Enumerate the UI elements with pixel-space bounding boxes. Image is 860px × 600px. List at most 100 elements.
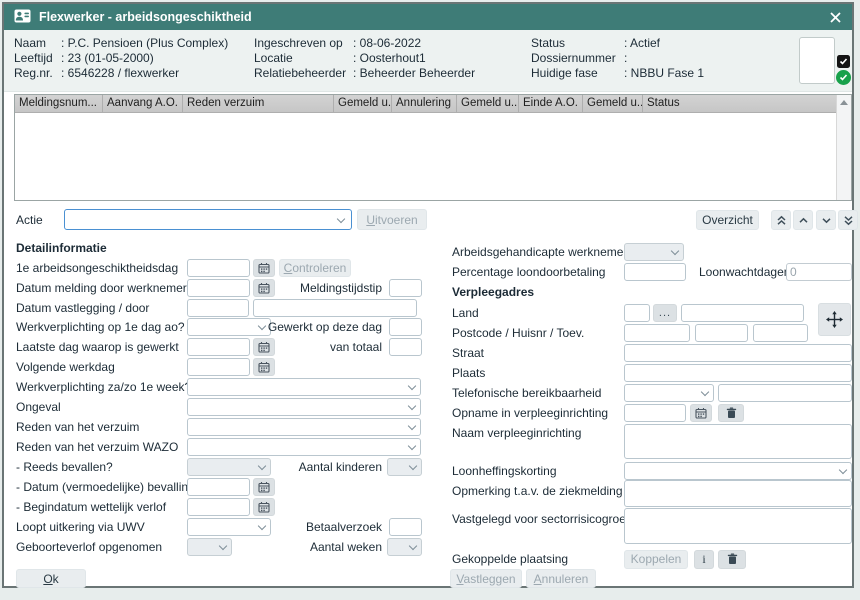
- grid-header-cell[interactable]: Gemeld u...: [583, 95, 643, 112]
- aantal-kinderen-select[interactable]: [387, 458, 422, 476]
- info-label: Reg.nr.: [14, 66, 61, 81]
- koppelen-label: Koppelen: [631, 552, 682, 566]
- chevron-double-up-icon: [776, 215, 787, 226]
- calendar-icon[interactable]: [253, 259, 275, 277]
- info-value: : Beheerder Beheerder: [353, 66, 475, 81]
- close-icon[interactable]: [828, 10, 842, 24]
- photo-placeholder: [799, 37, 835, 84]
- land-naam-input[interactable]: [681, 304, 804, 322]
- uitvoeren-button[interactable]: Uitvoeren: [357, 209, 427, 230]
- checkbox-checked-icon[interactable]: [837, 55, 850, 68]
- telefoon-type-select[interactable]: [624, 384, 714, 402]
- telefoonnummer-input[interactable]: [718, 384, 852, 402]
- grid-header-cell[interactable]: Gemeld u...: [457, 95, 519, 112]
- grid-header-cell[interactable]: Reden verzuim: [183, 95, 334, 112]
- controleren-button[interactable]: Controleren: [279, 259, 351, 277]
- gewerkt-op-deze-dag-input[interactable]: [389, 318, 422, 336]
- huisnr-input[interactable]: [695, 324, 748, 342]
- first-ao-day-label: 1e arbeidsongeschiktheidsdag: [16, 261, 187, 275]
- meldingstijdstip-input[interactable]: [389, 279, 422, 297]
- toevoeging-input[interactable]: [753, 324, 808, 342]
- reden-verzuim-wazo-select[interactable]: [187, 438, 421, 456]
- last-record-button[interactable]: [838, 210, 858, 230]
- calendar-icon[interactable]: [253, 498, 275, 516]
- info-value: : 08-06-2022: [353, 36, 421, 51]
- grid-header-cell[interactable]: Annulering: [392, 95, 457, 112]
- info-label: Locatie: [254, 51, 353, 66]
- gekoppelde-plaatsing-label: Gekoppelde plaatsing: [452, 552, 624, 566]
- chevron-down-icon: [821, 215, 832, 226]
- trash-icon[interactable]: [718, 404, 744, 422]
- arbeidsgehandicapte-select[interactable]: [624, 243, 684, 261]
- info-button[interactable]: i: [694, 550, 714, 569]
- info-label: Relatiebeheerder: [254, 66, 353, 81]
- annuleren-button[interactable]: Annuleren: [526, 569, 596, 588]
- calendar-icon[interactable]: [690, 404, 712, 422]
- opname-datum-input[interactable]: [624, 404, 686, 422]
- info-value: : NBBU Fase 1: [624, 66, 704, 81]
- land-code-input[interactable]: [624, 304, 650, 322]
- grid-header-cell[interactable]: Einde A.O.: [519, 95, 583, 112]
- percentage-loondoorbetaling-input[interactable]: [624, 263, 686, 281]
- grid-header-cell[interactable]: Status: [643, 95, 836, 112]
- loonheffingskorting-select[interactable]: [624, 462, 852, 480]
- reden-verzuim-select[interactable]: [187, 418, 421, 436]
- info-column-2: Ingeschreven op: 08-06-2022 Locatie: Oos…: [254, 36, 475, 81]
- plaats-label: Plaats: [452, 366, 624, 380]
- calendar-icon[interactable]: [253, 478, 275, 496]
- chevron-down-icon: [409, 462, 417, 470]
- ok-button[interactable]: Ok: [16, 569, 86, 588]
- postcode-input[interactable]: [624, 324, 690, 342]
- ongeval-select[interactable]: [187, 398, 421, 416]
- vastgelegd-sectorrisicogroep-textarea[interactable]: [624, 508, 852, 544]
- chevron-double-down-icon: [843, 215, 854, 226]
- van-totaal-input[interactable]: [389, 338, 422, 356]
- werkverplichting-zazo-select[interactable]: [187, 378, 421, 396]
- dialog-window: Flexwerker - arbeidsongeschiktheid Naam:…: [2, 2, 854, 588]
- naam-verpleeginrichting-textarea[interactable]: [624, 424, 852, 459]
- verpleegadres-heading: Verpleegadres: [452, 285, 534, 299]
- aantal-kinderen-label: Aantal kinderen: [211, 460, 382, 474]
- meldingen-grid: Meldingsnum... Aanvang A.O. Reden verzui…: [14, 94, 852, 201]
- grid-body-empty[interactable]: [15, 113, 836, 200]
- datum-bevalling-input[interactable]: [187, 478, 250, 496]
- annuleren-label: Annuleren: [534, 572, 589, 586]
- grid-header-cell[interactable]: Gemeld u...: [334, 95, 392, 112]
- first-record-button[interactable]: [771, 210, 791, 230]
- betaalverzoek-input[interactable]: [389, 518, 422, 536]
- first-ao-day-input[interactable]: [187, 259, 250, 277]
- straat-input[interactable]: [624, 344, 852, 362]
- volgende-werkdag-input[interactable]: [187, 358, 250, 376]
- actie-select[interactable]: [64, 209, 352, 230]
- overzicht-button[interactable]: Overzicht: [696, 210, 759, 230]
- percentage-loondoorbetaling-label: Percentage loondoorbetaling: [452, 265, 624, 279]
- arbeidsgehandicapte-label: Arbeidsgehandicapte werknemer?: [452, 245, 624, 259]
- scroll-up-icon[interactable]: [837, 95, 851, 110]
- loopt-uitkering-label: Loopt uitkering via UWV: [16, 520, 187, 534]
- info-value: : Actief: [624, 36, 660, 51]
- chevron-down-icon: [408, 442, 416, 450]
- status-ok-icon: [836, 70, 851, 85]
- koppelen-button[interactable]: Koppelen: [624, 550, 688, 569]
- previous-record-button[interactable]: [793, 210, 813, 230]
- info-value: : Oosterhout1: [353, 51, 426, 66]
- trash-icon[interactable]: [718, 550, 746, 569]
- grid-header-cell[interactable]: Aanvang A.O.: [103, 95, 183, 112]
- loonwachtdagen-input[interactable]: [786, 263, 852, 281]
- vastleggen-button[interactable]: Vastleggen: [450, 569, 522, 588]
- plaats-input[interactable]: [624, 364, 852, 382]
- calendar-icon[interactable]: [253, 358, 275, 376]
- info-value: : 6546228 / flexwerker: [61, 66, 179, 81]
- grid-scrollbar[interactable]: [836, 95, 851, 200]
- aantal-weken-select[interactable]: [387, 538, 422, 556]
- next-record-button[interactable]: [816, 210, 836, 230]
- datum-vastlegging-input[interactable]: [187, 299, 249, 317]
- vastgelegd-sectorrisicogroep-label: Vastgelegd voor sectorrisicogroep: [452, 508, 624, 526]
- land-lookup-button[interactable]: ...: [653, 304, 677, 322]
- info-column-1: Naam: P.C. Pensioen (Plus Complex) Leeft…: [14, 36, 228, 81]
- betaalverzoek-label: Betaalverzoek: [211, 520, 382, 534]
- vastlegging-door-input[interactable]: [253, 299, 417, 317]
- begindatum-verlof-input[interactable]: [187, 498, 250, 516]
- grid-header-cell[interactable]: Meldingsnum...: [15, 95, 103, 112]
- opmerking-ziekmelding-textarea[interactable]: [624, 480, 852, 507]
